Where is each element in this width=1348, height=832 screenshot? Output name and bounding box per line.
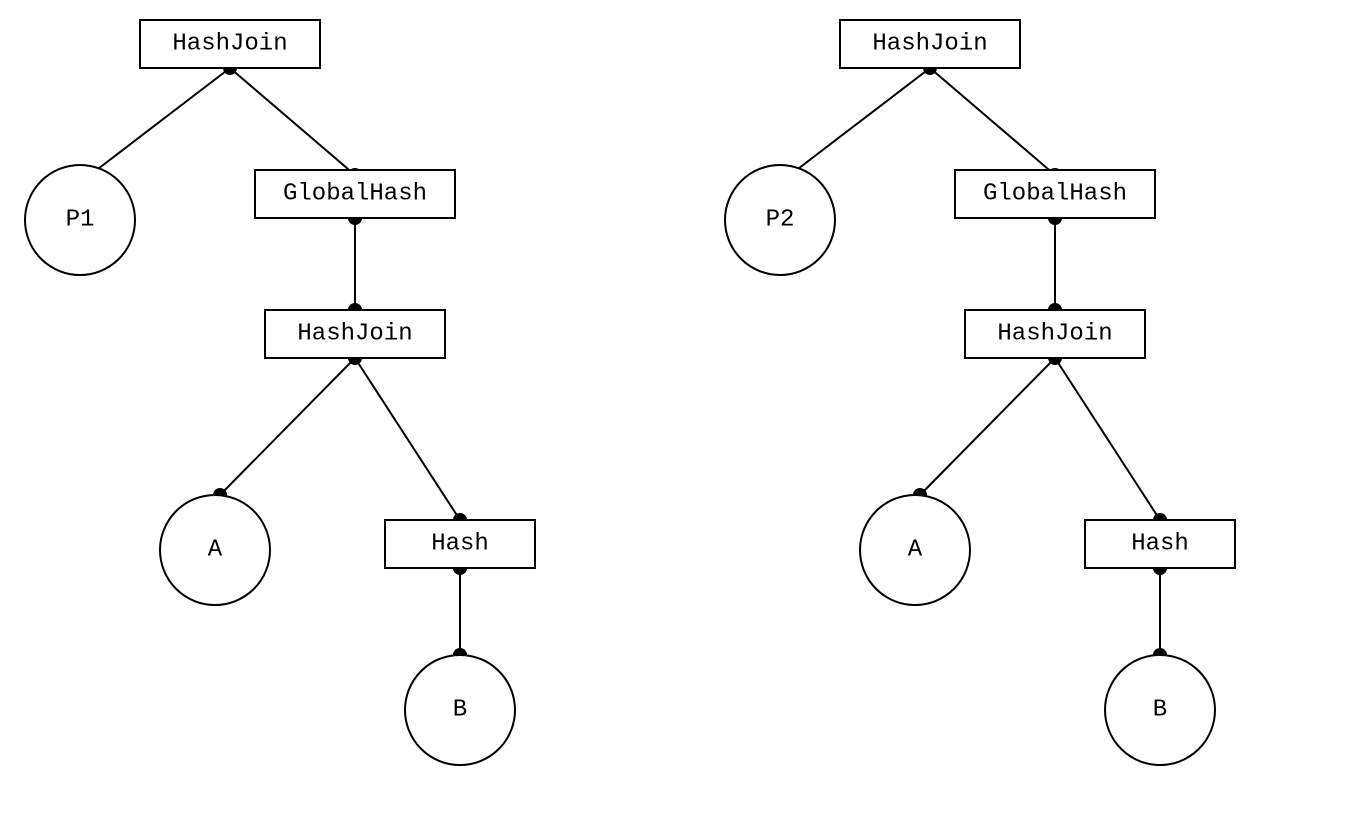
edge: [90, 68, 230, 175]
edge: [930, 68, 1055, 175]
edge: [920, 358, 1055, 495]
node-label: P2: [766, 207, 795, 234]
query-plan-diagram: HashJoin P1 GlobalHash HashJoin A Hash B: [0, 0, 1348, 827]
edge: [1055, 358, 1160, 520]
node-label: B: [453, 697, 467, 724]
node-label: HashJoin: [997, 321, 1112, 348]
node-label: HashJoin: [872, 31, 987, 58]
edge: [790, 68, 930, 175]
node-label: A: [908, 537, 923, 564]
node-label: Hash: [1131, 531, 1189, 558]
node-label: GlobalHash: [983, 181, 1127, 208]
tree-right: HashJoin P2 GlobalHash HashJoin A Hash B: [725, 20, 1235, 765]
node-label: HashJoin: [172, 31, 287, 58]
node-label: A: [208, 537, 223, 564]
edge: [230, 68, 355, 175]
node-label: B: [1153, 697, 1167, 724]
edge: [355, 358, 460, 520]
tree-left: HashJoin P1 GlobalHash HashJoin A Hash B: [25, 20, 535, 765]
node-label: HashJoin: [297, 321, 412, 348]
edge: [220, 358, 355, 495]
node-label: GlobalHash: [283, 181, 427, 208]
node-label: P1: [66, 207, 95, 234]
node-label: Hash: [431, 531, 489, 558]
